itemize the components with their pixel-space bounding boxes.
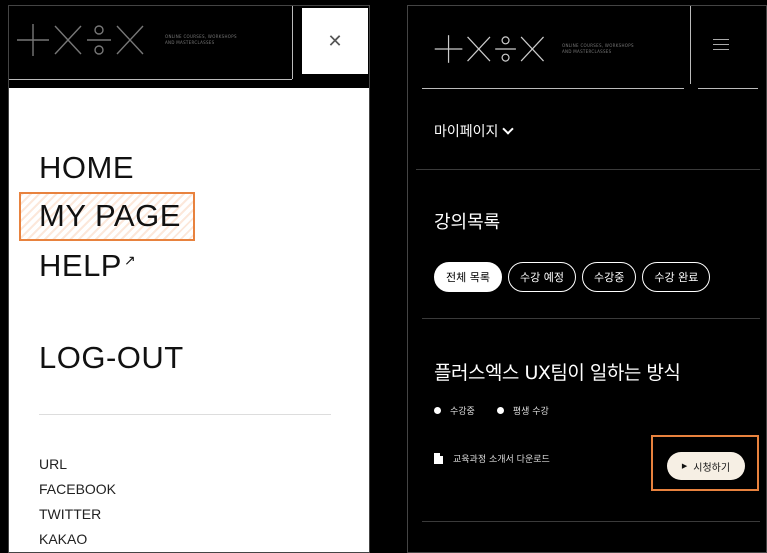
hamburger-icon[interactable]: [713, 39, 729, 54]
link-kakao[interactable]: KAKAO: [39, 531, 87, 547]
external-link-icon: ↗: [123, 251, 137, 268]
mypage-dropdown[interactable]: 마이페이지: [434, 121, 515, 141]
header-divider: [292, 6, 293, 79]
bullet-icon: [434, 407, 441, 414]
filter-tabs: 전체 목록 수강 예정 수강중 수강 완료: [434, 262, 711, 292]
menu-panel: ONLINE COURSES, WORKSHOPS AND MASTERCLAS…: [8, 5, 370, 553]
menu-item-home[interactable]: HOME: [39, 150, 134, 186]
section-title: 강의목록: [434, 212, 501, 233]
filter-upcoming[interactable]: 수강 예정: [507, 262, 576, 292]
filter-in-progress[interactable]: 수강중: [581, 262, 637, 292]
header-divider: [690, 6, 691, 84]
menu-item-help[interactable]: HELP ↗: [39, 248, 136, 284]
menu-item-help-label: HELP: [39, 248, 122, 283]
logo-mark-icon: [17, 24, 144, 56]
header-underline-left: [422, 88, 684, 89]
menu-header: ONLINE COURSES, WORKSHOPS AND MASTERCLAS…: [9, 6, 369, 88]
course-meta: 수강중 평생 수강: [434, 404, 549, 417]
link-twitter[interactable]: TWITTER: [39, 506, 101, 522]
play-icon: ▶: [681, 462, 688, 470]
mypage-panel: ONLINE COURSES, WORKSHOPS AND MASTERCLAS…: [407, 5, 767, 553]
chevron-down-icon: [502, 122, 515, 135]
filter-all[interactable]: 전체 목록: [434, 262, 502, 292]
logo[interactable]: ONLINE COURSES, WORKSHOPS AND MASTERCLAS…: [15, 18, 237, 62]
link-url[interactable]: URL: [39, 456, 67, 472]
mypage-dropdown-label: 마이페이지: [434, 124, 499, 140]
document-icon: [434, 453, 443, 464]
filter-completed[interactable]: 수강 완료: [642, 262, 711, 292]
logo-tagline: ONLINE COURSES, WORKSHOPS AND MASTERCLAS…: [165, 34, 237, 45]
download-brochure-link[interactable]: 교육과정 소개서 다운로드: [434, 452, 550, 465]
list-divider-top: [422, 318, 760, 319]
header-underline-right: [698, 88, 758, 89]
course-status: 수강중: [450, 407, 475, 417]
logo-mark-icon: [434, 35, 544, 63]
download-label: 교육과정 소개서 다운로드: [453, 455, 550, 465]
close-icon: ✕: [327, 30, 343, 52]
menu-item-logout[interactable]: LOG-OUT: [39, 340, 184, 376]
close-button[interactable]: ✕: [302, 8, 368, 74]
section-divider: [416, 169, 760, 170]
logo-tagline: ONLINE COURSES, WORKSHOPS AND MASTERCLAS…: [562, 43, 634, 54]
menu-item-mypage[interactable]: MY PAGE: [39, 198, 181, 234]
menu-body: HOME MY PAGE HELP ↗ LOG-OUT URL FACEBOOK …: [9, 88, 369, 552]
header-underline: [9, 79, 292, 80]
course-title[interactable]: 플러스엑스 UX팀이 일하는 방식: [434, 358, 681, 385]
list-divider-bottom: [422, 521, 760, 522]
logo[interactable]: ONLINE COURSES, WORKSHOPS AND MASTERCLAS…: [432, 30, 634, 68]
menu-divider: [39, 414, 331, 415]
link-facebook[interactable]: FACEBOOK: [39, 481, 116, 497]
course-access: 평생 수강: [512, 407, 549, 417]
mypage-header: ONLINE COURSES, WORKSHOPS AND MASTERCLAS…: [408, 6, 766, 92]
watch-button-label: 시청하기: [693, 462, 731, 474]
watch-button[interactable]: ▶ 시청하기: [667, 452, 745, 480]
bullet-icon: [496, 407, 504, 414]
